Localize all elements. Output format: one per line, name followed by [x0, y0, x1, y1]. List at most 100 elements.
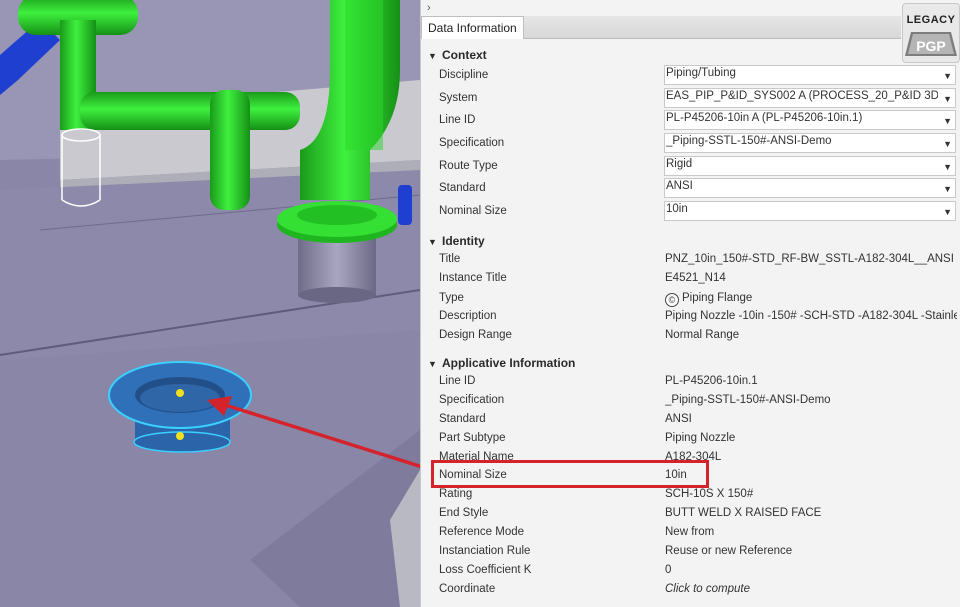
- applicative-row-loss-coefficient: Loss Coefficient K 0: [421, 561, 960, 580]
- property-label: Reference Mode: [439, 526, 525, 538]
- property-label: Rating: [439, 488, 473, 500]
- combo-value: PL-P45206-10in A (PL-P45206-10in.1): [666, 112, 863, 124]
- applicative-row-standard: Standard ANSI: [421, 410, 960, 429]
- combo-value: 10in: [666, 203, 688, 215]
- expand-triangle-icon: ▼: [428, 237, 437, 247]
- property-label: Title: [439, 253, 461, 265]
- property-label: Line ID: [439, 375, 476, 387]
- context-row-nominal-size: Nominal Size 10in ▼: [421, 200, 960, 223]
- nominal-size-combo[interactable]: 10in ▼: [664, 201, 956, 221]
- property-value: PNZ_10in_150#-STD_RF-BW_SSTL-A182-304L__…: [665, 253, 954, 265]
- property-label: Instanciation Rule: [439, 545, 531, 557]
- property-label: Description: [439, 310, 497, 322]
- context-row-route-type: Route Type Rigid ▼: [421, 155, 960, 178]
- combo-value: EAS_PIP_P&ID_SYS002 A (PROCESS_20_P&ID 3…: [666, 90, 938, 102]
- applicative-row-line-id: Line ID PL-P45206-10in.1: [421, 372, 960, 391]
- property-value: © Piping Flange: [665, 292, 957, 307]
- property-label: Part Subtype: [439, 432, 506, 444]
- identity-row-type: Type © Piping Flange: [421, 289, 960, 308]
- collapse-chevron-icon[interactable]: ›: [427, 1, 431, 15]
- property-value: E4521_N14: [665, 272, 726, 284]
- property-value: SCH-10S X 150#: [665, 488, 754, 500]
- identity-row-instance-title: Instance Title E4521_N14: [421, 269, 960, 288]
- property-label: Specification: [439, 137, 505, 149]
- expand-triangle-icon: ▼: [428, 359, 437, 369]
- combo-value: ANSI: [666, 180, 693, 192]
- identity-row-description: Description Piping Nozzle -10in -150# -S…: [421, 307, 960, 326]
- system-combo[interactable]: EAS_PIP_P&ID_SYS002 A (PROCESS_20_P&ID 3…: [664, 88, 956, 108]
- combo-value: _Piping-SSTL-150#-ANSI-Demo: [666, 135, 832, 147]
- property-label: Type: [439, 292, 464, 304]
- property-value: BUTT WELD X RAISED FACE: [665, 507, 822, 519]
- section-title: Context: [442, 48, 487, 62]
- section-title: Applicative Information: [442, 356, 576, 370]
- route-type-combo[interactable]: Rigid ▼: [664, 156, 956, 176]
- expand-triangle-icon: ▼: [428, 51, 437, 61]
- click-to-compute-link[interactable]: Click to compute: [665, 583, 957, 595]
- context-row-discipline: Discipline Piping/Tubing ▼: [421, 64, 960, 87]
- property-label: Nominal Size: [439, 205, 507, 217]
- line-id-combo[interactable]: PL-P45206-10in A (PL-P45206-10in.1) ▼: [664, 110, 956, 130]
- property-value: PL-P45206-10in.1: [665, 375, 758, 387]
- property-value: 0: [665, 564, 672, 576]
- gray-pipe-stub: [298, 235, 376, 295]
- dropdown-arrow-icon[interactable]: ▼: [943, 71, 952, 81]
- property-value: Piping Nozzle: [665, 432, 736, 444]
- applicative-row-instanciation-rule: Instanciation Rule Reuse or new Referenc…: [421, 542, 960, 561]
- combo-value: Rigid: [666, 158, 693, 170]
- context-row-system: System EAS_PIP_P&ID_SYS002 A (PROCESS_20…: [421, 87, 960, 110]
- context-row-specification: Specification _Piping-SSTL-150#-ANSI-Dem…: [421, 132, 960, 155]
- standard-combo[interactable]: ANSI ▼: [664, 178, 956, 198]
- dropdown-arrow-icon[interactable]: ▼: [943, 94, 952, 104]
- legacy-label: LEGACY: [906, 14, 956, 26]
- property-label: Coordinate: [439, 583, 496, 595]
- tab-data-information[interactable]: Data Information: [421, 16, 524, 39]
- specification-combo[interactable]: _Piping-SSTL-150#-ANSI-Demo ▼: [664, 133, 956, 153]
- property-label: Loss Coefficient K: [439, 564, 532, 576]
- section-context-header[interactable]: ▼ Context: [421, 47, 960, 63]
- dropdown-arrow-icon[interactable]: ▼: [943, 139, 952, 149]
- tab-strip: Data Information: [421, 16, 901, 39]
- combo-value: Piping/Tubing: [666, 67, 736, 79]
- section-title: Identity: [442, 234, 485, 248]
- identity-row-title: Title PNZ_10in_150#-STD_RF-BW_SSTL-A182-…: [421, 250, 960, 269]
- property-label: Specification: [439, 394, 505, 406]
- property-label: Discipline: [439, 69, 489, 81]
- applicative-row-coordinate: Coordinate Click to compute: [421, 580, 960, 599]
- section-applicative-header[interactable]: ▼ Applicative Information: [421, 355, 960, 371]
- dropdown-arrow-icon[interactable]: ▼: [943, 162, 952, 172]
- 3d-viewport[interactable]: [0, 0, 420, 607]
- property-value: ANSI: [665, 413, 692, 425]
- identity-row-design-range: Design Range Normal Range: [421, 326, 960, 345]
- dropdown-arrow-icon[interactable]: ▼: [943, 207, 952, 217]
- property-label: Instance Title: [439, 272, 507, 284]
- applicative-row-reference-mode: Reference Mode New from: [421, 523, 960, 542]
- property-value: Normal Range: [665, 329, 740, 341]
- dropdown-arrow-icon[interactable]: ▼: [943, 116, 952, 126]
- data-information-panel: › Data Information LEGACY PGP ▼ Context D…: [420, 0, 960, 607]
- applicative-row-end-style: End Style BUTT WELD X RAISED FACE: [421, 504, 960, 523]
- context-row-line-id: Line ID PL-P45206-10in A (PL-P45206-10in…: [421, 109, 960, 132]
- context-row-standard: Standard ANSI ▼: [421, 177, 960, 200]
- 3d-scene: [0, 0, 420, 607]
- property-label: Standard: [439, 182, 486, 194]
- nominal-size-highlight-box: [431, 460, 709, 488]
- property-value: _Piping-SSTL-150#-ANSI-Demo: [665, 394, 831, 406]
- section-identity-header[interactable]: ▼ Identity: [421, 233, 960, 249]
- panel-header-strip: ›: [421, 0, 960, 16]
- property-label: Route Type: [439, 160, 498, 172]
- property-label: System: [439, 92, 478, 104]
- type-value: Piping Flange: [682, 292, 753, 304]
- green-pipe-horizontal: [80, 92, 300, 130]
- applicative-row-specification: Specification _Piping-SSTL-150#-ANSI-Dem…: [421, 391, 960, 410]
- property-label: End Style: [439, 507, 489, 519]
- property-value: New from: [665, 526, 715, 538]
- property-value: Piping Nozzle -10in -150# -SCH-STD -A182…: [665, 310, 957, 322]
- discipline-combo[interactable]: Piping/Tubing ▼: [664, 65, 956, 85]
- applicative-row-part-subtype: Part Subtype Piping Nozzle: [421, 429, 960, 448]
- property-label: Standard: [439, 413, 486, 425]
- property-label: Design Range: [439, 329, 512, 341]
- property-label: Line ID: [439, 114, 476, 126]
- property-value: Reuse or new Reference: [665, 545, 793, 557]
- dropdown-arrow-icon[interactable]: ▼: [943, 184, 952, 194]
